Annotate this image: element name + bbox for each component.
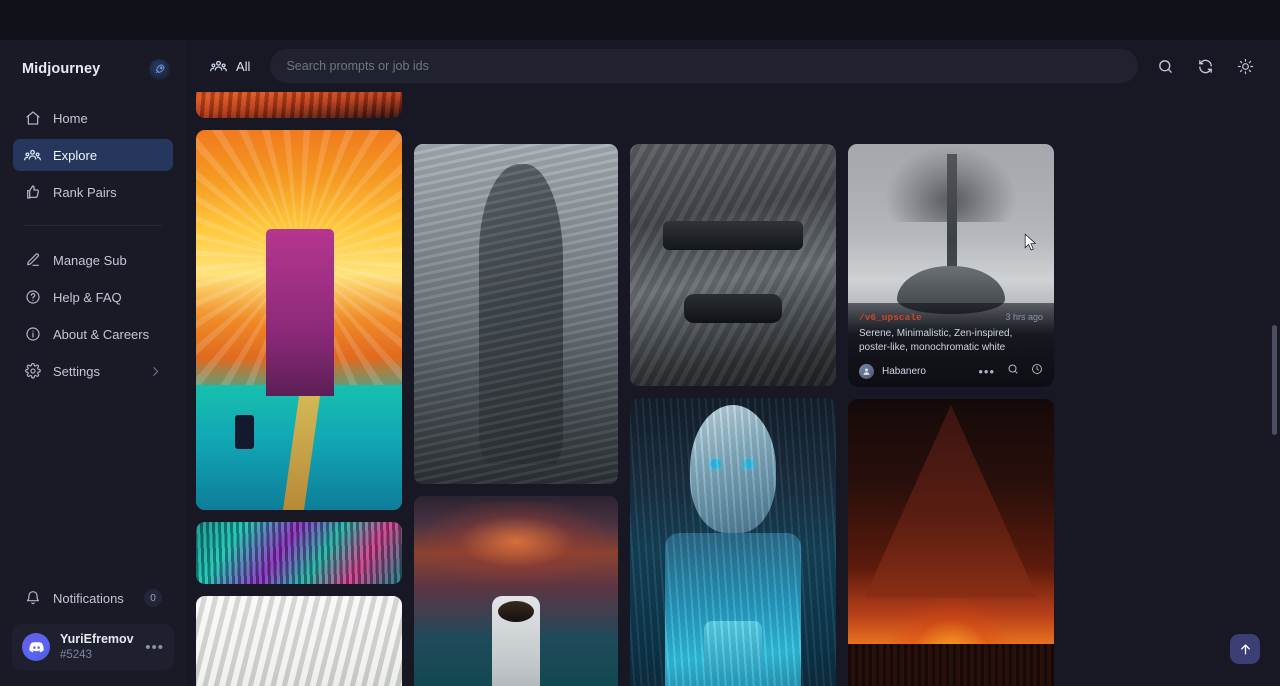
thumbs-up-icon (24, 184, 41, 201)
ellipsis-icon[interactable]: ••• (978, 365, 995, 378)
grid-column: /v6_upscale 3 hrs ago Serene, Minimalist… (848, 144, 1054, 686)
sidebar-item-help-faq[interactable]: Help & FAQ (13, 281, 173, 313)
gallery-card[interactable] (196, 92, 402, 118)
brand-header: Midjourney (0, 40, 186, 98)
ellipsis-icon[interactable]: ••• (145, 640, 164, 655)
overlay-meta-row: /v6_upscale 3 hrs ago (859, 312, 1043, 323)
artwork-thumbnail (196, 92, 402, 118)
search-input[interactable] (286, 59, 1122, 73)
sidebar-item-home[interactable]: Home (13, 102, 173, 134)
gallery-card[interactable] (630, 398, 836, 686)
bell-icon (24, 590, 41, 607)
artwork-thumbnail (196, 130, 402, 510)
gallery-card[interactable] (196, 596, 402, 686)
notifications-label: Notifications (53, 591, 124, 606)
sidebar-divider (24, 225, 162, 226)
vertical-scrollbar-thumb[interactable] (1272, 325, 1277, 435)
grid-column (196, 92, 402, 686)
sidebar-item-rank-pairs[interactable]: Rank Pairs (13, 176, 173, 208)
gear-icon (24, 363, 41, 380)
sidebar-item-label: Rank Pairs (53, 185, 117, 200)
scroll-to-top-button[interactable] (1230, 634, 1260, 664)
sidebar-item-explore[interactable]: Explore (13, 139, 173, 171)
midjourney-app: Midjourney Home (0, 0, 1280, 686)
artwork-thumbnail (630, 398, 836, 686)
search-icon[interactable] (1152, 53, 1178, 79)
brand-title: Midjourney (22, 61, 100, 77)
notifications-item[interactable]: Notifications 0 (13, 582, 173, 614)
search-icon[interactable] (1007, 362, 1019, 380)
community-icon (24, 147, 41, 164)
primary-nav: Home Explore Rank Pairs (0, 98, 186, 213)
job-timestamp: 3 hrs ago (1005, 312, 1043, 322)
artwork-thumbnail (630, 144, 836, 386)
avatar (859, 364, 874, 379)
overlay-actions: ••• (978, 362, 1043, 380)
image-grid: /v6_upscale 3 hrs ago Serene, Minimalist… (194, 92, 1262, 686)
gallery-scroll-area[interactable]: /v6_upscale 3 hrs ago Serene, Minimalist… (186, 92, 1280, 686)
card-hover-overlay: /v6_upscale 3 hrs ago Serene, Minimalist… (848, 303, 1054, 387)
gallery-card[interactable] (848, 399, 1054, 686)
filter-all-button[interactable]: All (204, 54, 256, 79)
sidebar-item-label: Home (53, 111, 88, 126)
history-icon[interactable] (1031, 362, 1043, 380)
edit-icon (24, 252, 41, 269)
user-meta: YuriEfremov #5243 (60, 632, 134, 662)
gallery-card[interactable] (196, 522, 402, 584)
chevron-right-icon (149, 365, 162, 378)
artwork-thumbnail (196, 522, 402, 584)
job-command-tag[interactable]: /v6_upscale (859, 312, 922, 323)
window-top-strip (0, 0, 1280, 40)
gallery-card-hovered[interactable]: /v6_upscale 3 hrs ago Serene, Minimalist… (848, 144, 1054, 387)
user-account-card[interactable]: YuriEfremov #5243 ••• (12, 624, 174, 670)
gallery-card[interactable] (414, 496, 618, 686)
gallery-card[interactable] (414, 144, 618, 484)
artwork-thumbnail (414, 144, 618, 484)
gallery-card[interactable] (196, 130, 402, 510)
discord-icon (22, 633, 50, 661)
sidebar-item-about-careers[interactable]: About & Careers (13, 318, 173, 350)
overlay-footer: Habanero ••• (859, 362, 1043, 380)
user-name: YuriEfremov (60, 632, 134, 648)
question-circle-icon (24, 289, 41, 306)
sidebar-item-label: Help & FAQ (53, 290, 122, 305)
home-icon (24, 110, 41, 127)
notifications-count-badge: 0 (144, 589, 162, 607)
job-author-name[interactable]: Habanero (882, 366, 926, 377)
community-icon (210, 58, 227, 75)
refresh-icon[interactable] (1192, 53, 1218, 79)
secondary-nav: Manage Sub Help & FAQ About & Careers Se… (0, 240, 186, 392)
sidebar-item-manage-sub[interactable]: Manage Sub (13, 244, 173, 276)
filter-label: All (236, 59, 250, 74)
gallery-card[interactable] (630, 144, 836, 386)
sidebar-item-settings[interactable]: Settings (13, 355, 173, 387)
main-content: All (186, 40, 1280, 686)
sidebar-item-label: Manage Sub (53, 253, 127, 268)
search-bar[interactable] (270, 49, 1138, 83)
sparkle-icon[interactable] (1232, 53, 1258, 79)
toolbar: All (186, 40, 1280, 92)
grid-column (630, 144, 836, 686)
info-circle-icon (24, 326, 41, 343)
sidebar-item-label: Settings (53, 364, 100, 379)
artwork-thumbnail (848, 399, 1054, 686)
sidebar-item-label: Explore (53, 148, 97, 163)
user-tag: #5243 (60, 648, 134, 662)
artwork-thumbnail (196, 596, 402, 686)
sidebar-spacer (0, 392, 186, 582)
grid-column (414, 144, 618, 686)
rocket-icon[interactable] (149, 59, 170, 80)
sidebar-item-label: About & Careers (53, 327, 149, 342)
sidebar: Midjourney Home (0, 40, 186, 686)
artwork-thumbnail (414, 496, 618, 686)
job-prompt-text: Serene, Minimalistic, Zen-inspired, post… (859, 327, 1043, 354)
